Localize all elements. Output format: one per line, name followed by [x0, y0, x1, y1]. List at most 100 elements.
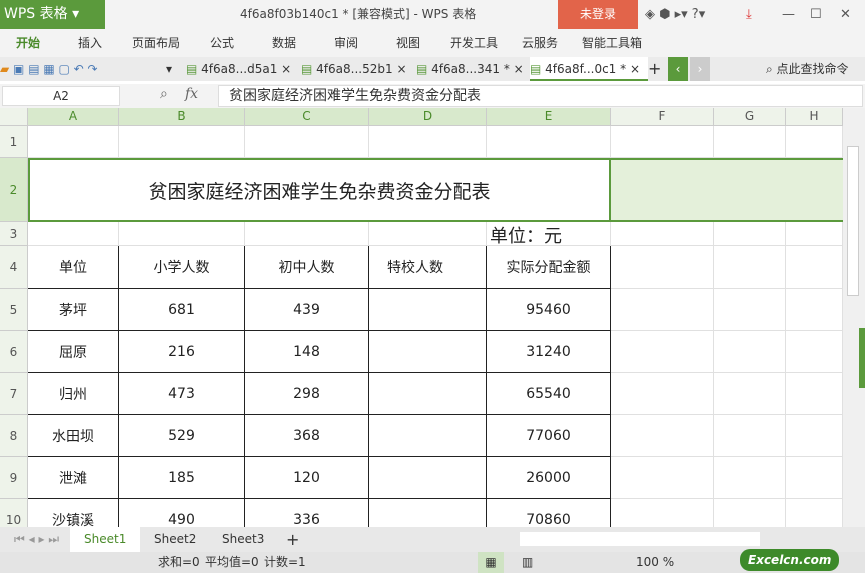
menu-tab-9[interactable]: 智能工具箱 [582, 29, 642, 57]
cell[interactable] [714, 289, 786, 331]
page-break-view-icon[interactable]: ▥ [522, 552, 533, 573]
cell[interactable] [611, 246, 714, 289]
row-header-7[interactable]: 7 [0, 373, 28, 415]
cell[interactable] [714, 126, 786, 158]
maximize-button[interactable]: ☐ [810, 0, 822, 29]
data-cell[interactable]: 31240 [487, 331, 611, 373]
data-cell[interactable]: 归州 [28, 373, 119, 415]
horizontal-scrollbar[interactable] [520, 532, 760, 546]
sheet-nav-buttons[interactable]: ⏮ ◂ ▸ ⏭ [0, 527, 73, 552]
column-header-B[interactable]: B [119, 108, 245, 126]
data-cell[interactable] [369, 373, 487, 415]
menu-tab-0[interactable]: 开始 [16, 29, 40, 57]
zoom-level[interactable]: 100 % [636, 552, 674, 573]
row-header-5[interactable]: 5 [0, 289, 28, 331]
column-header-F[interactable]: F [611, 108, 714, 126]
row-header-1[interactable]: 1 [0, 126, 28, 158]
data-cell[interactable]: 336 [245, 499, 369, 527]
cell[interactable] [487, 126, 611, 158]
cell[interactable] [786, 499, 843, 527]
cell[interactable] [611, 373, 714, 415]
cell[interactable] [786, 331, 843, 373]
download-icon[interactable]: ⤓ [746, 0, 752, 29]
cell[interactable] [28, 126, 119, 158]
data-cell[interactable] [369, 331, 487, 373]
table-header-cell[interactable]: 小学人数 [119, 246, 245, 289]
sheet-tab-3[interactable]: Sheet3 [208, 527, 278, 552]
search-command[interactable]: ⌕ 点此查找命令 [766, 57, 849, 81]
column-header-A[interactable]: A [28, 108, 119, 126]
new-tab-button[interactable]: + [648, 57, 661, 81]
cell[interactable] [611, 499, 714, 527]
cell[interactable] [714, 499, 786, 527]
cell[interactable] [786, 373, 843, 415]
menu-tab-5[interactable]: 审阅 [334, 29, 358, 57]
name-box[interactable]: A2 [2, 86, 120, 106]
cell[interactable] [714, 373, 786, 415]
cell[interactable] [119, 222, 245, 246]
table-header-cell[interactable]: 实际分配金额 [487, 246, 611, 289]
wps-menu-button[interactable]: WPS 表格 ▾ [0, 0, 105, 29]
column-header-H[interactable]: H [786, 108, 843, 126]
data-cell[interactable]: 529 [119, 415, 245, 457]
data-cell[interactable] [369, 289, 487, 331]
cell[interactable] [714, 246, 786, 289]
quick-access-icons[interactable]: ▰ ▣ ▤ ▦ ▢ ↶ ↷ [0, 57, 98, 81]
login-button[interactable]: 未登录 [558, 0, 638, 29]
cell[interactable] [245, 126, 369, 158]
row-header-6[interactable]: 6 [0, 331, 28, 373]
cell[interactable] [611, 222, 714, 246]
cell[interactable] [119, 126, 245, 158]
menu-tab-4[interactable]: 数据 [272, 29, 296, 57]
doc-tab[interactable]: ▤ 4f6a8...341 * × [416, 57, 528, 81]
cell[interactable] [714, 457, 786, 499]
cell[interactable] [28, 222, 119, 246]
doc-tab[interactable]: ▤ 4f6a8...d5a1 × [186, 57, 298, 81]
data-cell[interactable]: 185 [119, 457, 245, 499]
cell[interactable] [786, 457, 843, 499]
data-cell[interactable]: 681 [119, 289, 245, 331]
cell[interactable] [714, 415, 786, 457]
data-cell[interactable]: 473 [119, 373, 245, 415]
row-header-8[interactable]: 8 [0, 415, 28, 457]
spreadsheet-grid[interactable]: A B C D E F G H 1 2 3 4 5 6 7 8 9 10 单位 小学人数 初中人数 特校人数 实际分配金额茅… [0, 108, 843, 527]
data-cell[interactable]: 148 [245, 331, 369, 373]
table-header-cell[interactable]: 初中人数 [245, 246, 369, 289]
table-header-cell[interactable]: 单位 [28, 246, 119, 289]
cell[interactable] [786, 126, 843, 158]
table-header-cell[interactable]: 特校人数 [369, 246, 487, 289]
prev-tab-button[interactable]: ‹ [668, 57, 688, 81]
data-cell[interactable]: 216 [119, 331, 245, 373]
doc-tab[interactable]: ▤ 4f6a8...52b1 × [301, 57, 413, 81]
close-button[interactable]: ✕ [840, 0, 851, 29]
data-cell[interactable]: 泄滩 [28, 457, 119, 499]
data-cell[interactable]: 95460 [487, 289, 611, 331]
row-header-10[interactable]: 10 [0, 499, 28, 527]
data-cell[interactable]: 298 [245, 373, 369, 415]
menu-tab-8[interactable]: 云服务 [522, 29, 558, 57]
minimize-button[interactable]: — [782, 0, 795, 29]
data-cell[interactable]: 65540 [487, 373, 611, 415]
row-header-4[interactable]: 4 [0, 246, 28, 289]
data-cell[interactable]: 120 [245, 457, 369, 499]
cell[interactable] [786, 246, 843, 289]
data-cell[interactable]: 水田坝 [28, 415, 119, 457]
cell[interactable] [786, 415, 843, 457]
data-cell[interactable]: 茅坪 [28, 289, 119, 331]
cell[interactable] [611, 457, 714, 499]
row-header-2[interactable]: 2 [0, 158, 28, 222]
menu-tab-2[interactable]: 页面布局 [132, 29, 180, 57]
menu-tab-6[interactable]: 视图 [396, 29, 420, 57]
sheet-tab-2[interactable]: Sheet2 [140, 527, 210, 552]
title-cell-A2[interactable]: 贫困家庭经济困难学生免杂费资金分配表 [28, 158, 611, 222]
doc-tab[interactable]: ▤ 4f6a8f...0c1 * × [530, 57, 648, 81]
data-cell[interactable] [369, 415, 487, 457]
close-tab-icon[interactable]: × [281, 62, 291, 76]
close-tab-icon[interactable]: × [396, 62, 406, 76]
menu-tab-1[interactable]: 插入 [78, 29, 102, 57]
cell[interactable] [369, 222, 487, 246]
cell[interactable] [714, 222, 786, 246]
menu-tab-3[interactable]: 公式 [210, 29, 234, 57]
data-cell[interactable] [369, 457, 487, 499]
data-cell[interactable] [369, 499, 487, 527]
